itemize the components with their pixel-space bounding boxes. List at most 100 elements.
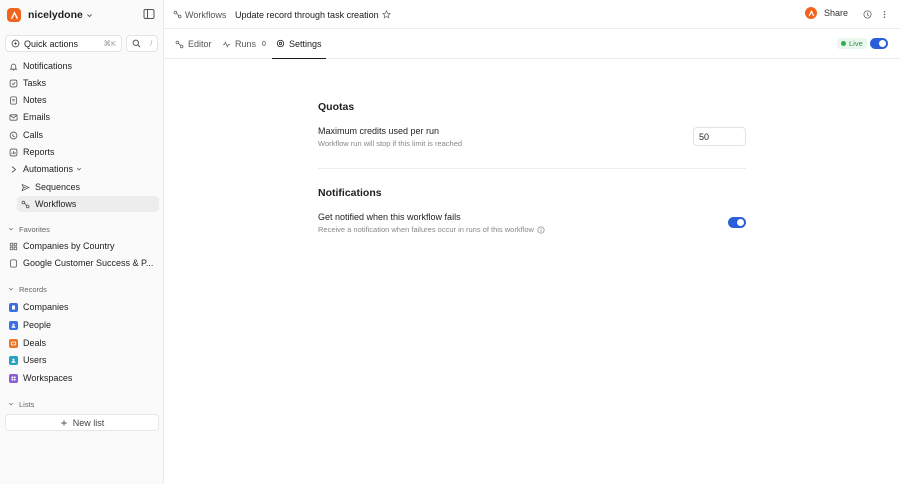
top-bar: Workflows Update record through task cre… [164, 0, 900, 29]
more-vertical-icon[interactable] [880, 10, 889, 19]
record-item-people[interactable]: People [5, 317, 159, 333]
bell-icon [9, 62, 18, 71]
mail-icon [9, 113, 18, 122]
tab-settings[interactable]: Settings [272, 29, 326, 59]
notify-on-failure-description: Receive a notification when failures occ… [318, 225, 534, 234]
command-icon [11, 39, 20, 48]
workspace-logo [7, 8, 21, 22]
sidebar-item-workflows[interactable]: Workflows [17, 196, 159, 212]
sidebar-item-calls[interactable]: Calls [5, 127, 159, 143]
workspace-icon [9, 373, 18, 383]
tab-bar: Editor Runs 0 Settings Live [164, 29, 900, 59]
share-button[interactable]: Share [805, 7, 848, 19]
sidebar-item-notifications[interactable]: Notifications [5, 58, 159, 74]
breadcrumb-parent: Workflows [185, 9, 227, 20]
search-icon [132, 39, 141, 48]
record-item-label: Workspaces [23, 373, 73, 383]
sidebar-item-label: Sequences [35, 182, 81, 192]
chevron-down-icon [8, 401, 14, 407]
runs-icon [222, 40, 231, 49]
sidebar-item-sequences[interactable]: Sequences [17, 179, 159, 195]
new-list-button[interactable]: New list [5, 414, 159, 431]
sidebar-item-label: Automations [23, 164, 74, 174]
record-item-label: Companies [23, 302, 69, 312]
chevron-down-icon [8, 286, 14, 292]
sidebar-item-reports[interactable]: Reports [5, 144, 159, 160]
max-credits-input[interactable] [693, 127, 746, 146]
breadcrumb-current: Update record through task creation [235, 8, 379, 21]
max-credits-title: Maximum credits used per run [318, 126, 440, 136]
reports-icon [9, 148, 18, 157]
chevron-down-icon [86, 12, 93, 19]
record-item-label: People [23, 320, 52, 330]
person-icon [9, 320, 18, 330]
building-icon [9, 302, 18, 312]
record-item-workspaces[interactable]: Workspaces [5, 370, 159, 386]
favorite-item-companies-by-country[interactable]: Companies by Country [5, 238, 159, 254]
sidebar-item-label: Calls [23, 130, 44, 140]
workflow-icon [173, 10, 182, 19]
live-dot [841, 41, 846, 46]
records-section-header[interactable]: Records [8, 283, 47, 295]
section-label: Lists [19, 399, 35, 409]
info-icon[interactable] [537, 225, 545, 234]
sidebar-item-notes[interactable]: Notes [5, 92, 159, 108]
max-credits-description: Workflow run will stop if this limit is … [318, 139, 463, 148]
deal-icon [9, 338, 18, 348]
notify-on-failure-description-row: Receive a notification when failures occ… [318, 225, 545, 234]
sidebar-item-label: Emails [23, 112, 51, 122]
page-title: Update record through task creation [235, 9, 379, 20]
grid-icon [9, 242, 18, 251]
search-shortcut: / [150, 39, 153, 48]
note-icon [9, 95, 18, 105]
favorite-item-google-customer-success[interactable]: Google Customer Success & P... [5, 255, 159, 271]
tab-label: Settings [289, 38, 322, 49]
sidebar-item-emails[interactable]: Emails [5, 109, 159, 125]
sidebar-item-label: Tasks [23, 78, 47, 88]
lists-section-header[interactable]: Lists [8, 398, 34, 410]
section-label: Favorites [19, 224, 50, 234]
check-square-icon [9, 79, 18, 88]
record-item-label: Users [23, 355, 47, 365]
notify-on-failure-toggle[interactable] [728, 217, 746, 228]
record-item-companies[interactable]: Companies [5, 299, 159, 315]
notify-on-failure-title: Get notified when this workflow fails [318, 212, 461, 222]
star-icon[interactable] [382, 8, 391, 21]
sidebar-item-label: Notifications [23, 61, 73, 71]
sidebar-item-tasks[interactable]: Tasks [5, 75, 159, 91]
sidebar: nicelydone Quick actions ⌘K / Notificati… [0, 0, 164, 484]
tab-label: Editor [188, 39, 212, 49]
avatar [805, 7, 817, 19]
chevron-down-icon [76, 166, 82, 172]
quick-actions-button[interactable]: Quick actions ⌘K [5, 35, 122, 52]
record-item-users[interactable]: Users [5, 352, 159, 368]
settings-icon [276, 39, 285, 48]
favorites-section-header[interactable]: Favorites [8, 223, 50, 235]
editor-icon [175, 40, 184, 49]
sidebar-item-automations[interactable]: Automations [5, 161, 159, 177]
help-icon[interactable] [863, 10, 872, 19]
sidebar-item-label: Reports [23, 147, 55, 157]
live-toggle[interactable] [870, 38, 888, 49]
workspace-switcher[interactable]: nicelydone [7, 7, 93, 23]
sidebar-search-button[interactable]: / [126, 35, 158, 52]
phone-icon [9, 131, 18, 140]
sidebar-toggle-icon[interactable] [143, 8, 155, 20]
tab-runs[interactable]: Runs 0 [222, 29, 266, 59]
document-icon [9, 258, 18, 268]
workflow-icon [21, 200, 30, 209]
quotas-heading: Quotas [318, 101, 355, 113]
quick-actions-shortcut: ⌘K [103, 39, 116, 48]
tab-editor[interactable]: Editor [175, 29, 212, 59]
chevron-down-icon [8, 226, 14, 232]
record-item-label: Deals [23, 338, 47, 348]
new-list-label: New list [72, 417, 105, 428]
record-item-deals[interactable]: Deals [5, 335, 159, 351]
divider [318, 168, 746, 169]
favorite-item-label: Google Customer Success & P... [23, 258, 154, 268]
sidebar-item-label: Workflows [35, 199, 77, 209]
notifications-heading: Notifications [318, 187, 382, 199]
user-icon [9, 355, 18, 365]
breadcrumb-workflows[interactable]: Workflows [173, 8, 226, 21]
settings-panel: Quotas Maximum credits used per run Work… [164, 59, 900, 484]
